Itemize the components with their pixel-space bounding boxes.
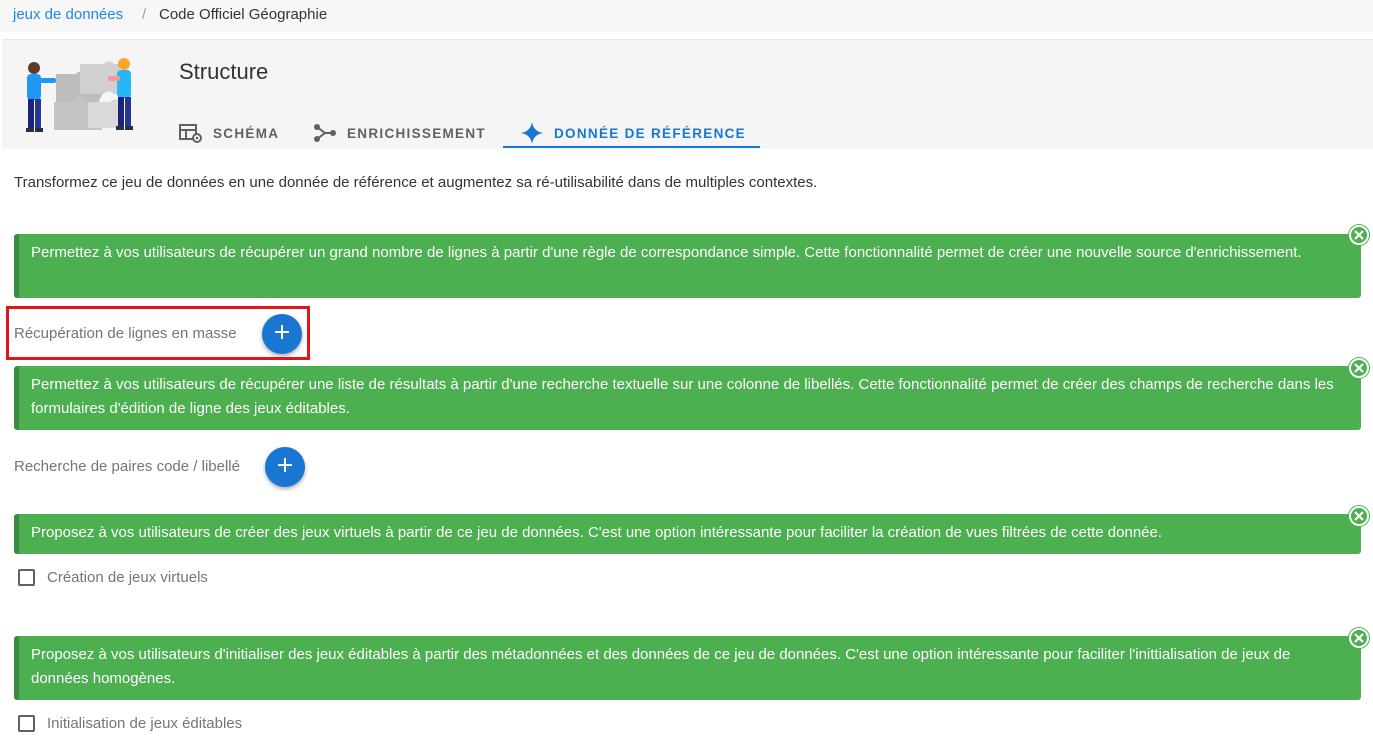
virtual-datasets-option[interactable]: Création de jeux virtuels	[18, 569, 208, 586]
active-tab-indicator	[503, 146, 760, 148]
breadcrumb: jeux de données / Code Officiel Géograph…	[0, 0, 1373, 32]
info-alert-editable-datasets: Proposez à vos utilisateurs d'initialise…	[14, 636, 1361, 700]
close-icon	[1354, 230, 1364, 240]
close-alert-button[interactable]	[1349, 506, 1369, 526]
virtual-datasets-label: Création de jeux virtuels	[47, 569, 208, 586]
source-branch-icon	[313, 123, 337, 143]
puzzle-team-illustration	[18, 56, 144, 146]
table-cog-icon	[179, 123, 203, 143]
tab-donnee-de-reference-label: DONNÉE DE RÉFÉRENCE	[554, 125, 746, 141]
intro-text: Transformez ce jeu de données en une don…	[14, 174, 818, 191]
breadcrumb-link-datasets[interactable]: jeux de données	[13, 6, 123, 23]
highlight-box	[6, 306, 310, 360]
code-label-search-label: Recherche de paires code / libellé	[14, 458, 240, 475]
info-alert-code-label-search: Permettez à vos utilisateurs de récupére…	[14, 366, 1361, 430]
breadcrumb-separator: /	[142, 6, 147, 23]
close-icon	[1354, 363, 1364, 373]
close-alert-button[interactable]	[1349, 358, 1369, 378]
editable-datasets-checkbox[interactable]	[18, 715, 35, 732]
close-icon	[1354, 633, 1364, 643]
info-alert-virtual-datasets: Proposez à vos utilisateurs de créer des…	[14, 514, 1361, 554]
tab-schema-label: SCHÉMA	[213, 125, 280, 141]
page-title: Structure	[179, 59, 269, 84]
close-alert-button[interactable]	[1349, 628, 1369, 648]
editable-datasets-option[interactable]: Initialisation de jeux éditables	[18, 715, 242, 732]
page-header: Structure SCHÉMA ENRICHISSEMENT DONNÉE D…	[2, 39, 1373, 149]
tab-enrichissement[interactable]: ENRICHISSEMENT	[313, 115, 486, 151]
editable-datasets-label: Initialisation de jeux éditables	[47, 715, 243, 732]
info-alert-bulk-lines: Permettez à vos utilisateurs de récupére…	[14, 234, 1361, 298]
virtual-datasets-checkbox[interactable]	[18, 569, 35, 586]
close-icon	[1354, 511, 1364, 521]
breadcrumb-current: Code Officiel Géographie	[159, 6, 328, 23]
star-four-points-icon	[520, 121, 544, 145]
tab-schema[interactable]: SCHÉMA	[179, 115, 279, 151]
add-code-label-search-button[interactable]	[265, 447, 305, 487]
plus-icon	[277, 457, 293, 478]
close-alert-button[interactable]	[1349, 225, 1369, 245]
tab-enrichissement-label: ENRICHISSEMENT	[347, 125, 486, 141]
